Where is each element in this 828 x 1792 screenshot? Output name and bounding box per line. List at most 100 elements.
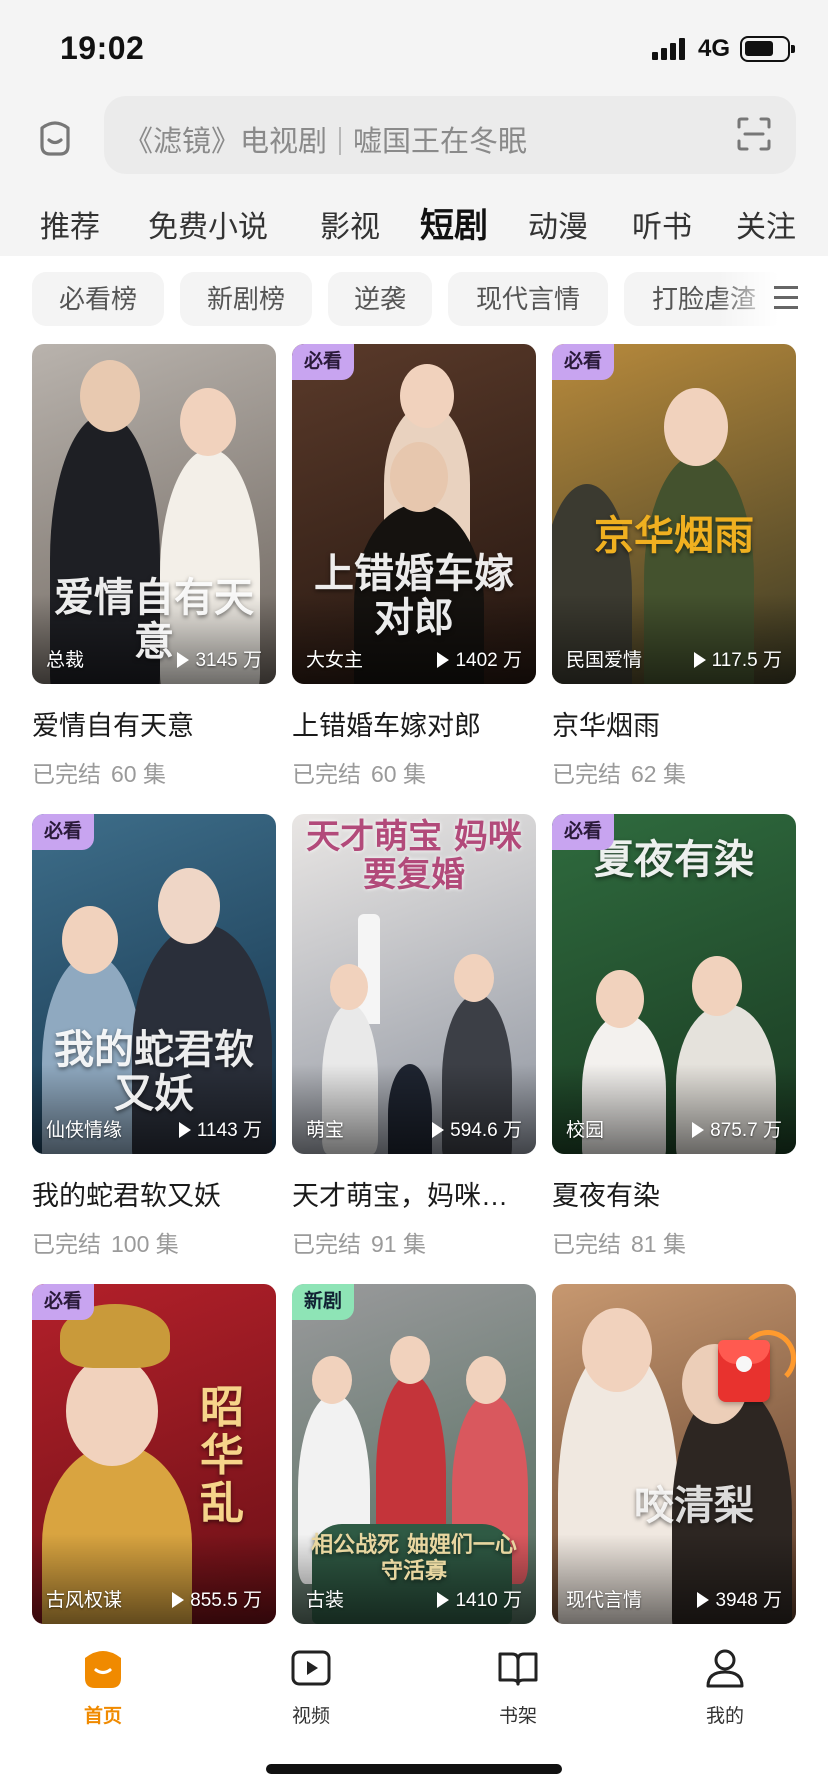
genre-tag: 大女主 (306, 650, 364, 671)
card-title[interactable]: 上错婚车嫁对郎 (292, 704, 536, 743)
card-meta: 已完结 60 集 (32, 761, 166, 787)
genre-tag: 萌宝 (306, 1120, 345, 1141)
view-count: 855.5 万 (172, 1585, 262, 1612)
search-divider (339, 127, 342, 155)
play-icon (697, 1592, 710, 1608)
red-packet-icon[interactable] (718, 1340, 770, 1402)
view-count: 1143 万 (178, 1115, 262, 1142)
genre-tag: 古风权谋 (46, 1590, 123, 1611)
drama-card[interactable]: 相公战死 妯娌们一心守活寡 新剧 古装 1410 万 (292, 1284, 536, 1624)
chip-new-dramas[interactable]: 新剧榜 (180, 272, 312, 326)
genre-tag: 仙侠情缘 (46, 1120, 123, 1141)
chip-must-watch[interactable]: 必看榜 (32, 272, 164, 326)
card-meta: 已完结 91 集 (292, 1231, 426, 1257)
card-title[interactable]: 爱情自有天意 (32, 704, 276, 743)
status-bar: 19:02 4G (0, 0, 828, 96)
poster[interactable]: 上错婚车嫁对郎 必看 大女主 1402 万 (292, 344, 536, 684)
card-meta: 已完结 100 集 (32, 1231, 179, 1257)
nav-bookshelf[interactable]: 书架 (458, 1646, 578, 1728)
card-meta: 已完结 81 集 (552, 1231, 686, 1257)
poster-title-art: 我的蛇君软又妖 (54, 1026, 254, 1117)
drama-card[interactable]: 京华烟雨 必看 民国爱情 117.5 万 京华烟雨 已完结 62 集 (552, 344, 796, 789)
poster[interactable]: 京华烟雨 必看 民国爱情 117.5 万 (552, 344, 796, 684)
genre-tag: 古装 (306, 1590, 345, 1611)
tab-film-tv[interactable]: 影视 (320, 202, 380, 246)
drama-card[interactable]: 爱情自有天意 总裁 3145 万 爱情自有天意 已完结 60 集 (32, 344, 276, 789)
nav-label: 我的 (705, 1706, 744, 1727)
play-icon (178, 1122, 191, 1138)
play-icon (437, 1592, 450, 1608)
badge-must-watch: 必看 (32, 814, 95, 850)
profile-icon (706, 1649, 744, 1688)
search-bar[interactable]: 《滤镜》电视剧 嘘国王在冬眠 (104, 96, 796, 174)
tab-free-novels[interactable]: 免费小说 (148, 202, 268, 246)
nav-label: 首页 (83, 1706, 122, 1727)
play-icon (177, 652, 190, 668)
tab-recommend[interactable]: 推荐 (40, 202, 100, 246)
app-logo-icon[interactable] (34, 116, 76, 158)
tab-following[interactable]: 关注 (736, 202, 796, 246)
badge-must-watch: 必看 (32, 1284, 95, 1320)
poster-title-art: 相公战死 妯娌们一心守活寡 (311, 1532, 517, 1584)
poster[interactable]: 天才萌宝 妈咪要复婚 萌宝 594.6 万 (292, 814, 536, 1154)
scan-icon[interactable] (736, 116, 772, 152)
drama-card[interactable]: 昭华乱 必看 古风权谋 855.5 万 (32, 1284, 276, 1624)
card-meta: 已完结 60 集 (292, 761, 426, 787)
chip-comeback[interactable]: 逆袭 (328, 272, 432, 326)
tab-audiobooks[interactable]: 听书 (632, 202, 692, 246)
poster-title-art: 天才萌宝 妈咪要复婚 (306, 817, 522, 895)
badge-new: 新剧 (292, 1284, 355, 1320)
nav-home[interactable]: 首页 (43, 1646, 163, 1728)
view-count: 3948 万 (697, 1585, 782, 1612)
view-count: 875.7 万 (692, 1115, 782, 1142)
badge-must-watch: 必看 (552, 344, 615, 380)
drama-card[interactable]: 上错婚车嫁对郎 必看 大女主 1402 万 上错婚车嫁对郎 已完结 60 集 (292, 344, 536, 789)
menu-icon[interactable] (774, 286, 798, 310)
poster[interactable]: 相公战死 妯娌们一心守活寡 新剧 古装 1410 万 (292, 1284, 536, 1624)
card-title[interactable]: 我的蛇君软又妖 (32, 1174, 276, 1213)
view-count: 3145 万 (177, 645, 262, 672)
genre-tag: 民国爱情 (566, 650, 643, 671)
nav-label: 视频 (291, 1706, 330, 1727)
chip-modern-romance[interactable]: 现代言情 (448, 272, 608, 326)
poster-title-art: 咬清梨 (634, 1482, 754, 1529)
status-time: 19:02 (60, 30, 145, 66)
video-icon (291, 1650, 331, 1686)
search-placeholder: 《滤镜》电视剧 嘘国王在冬眠 (124, 118, 527, 160)
category-chips: 必看榜 新剧榜 逆袭 现代言情 打脸虐渣 (0, 256, 828, 340)
play-icon (432, 1122, 445, 1138)
view-count: 1402 万 (437, 645, 522, 672)
bookshelf-icon (498, 1652, 538, 1686)
poster-title-art: 昭华乱 (200, 1382, 244, 1529)
badge-must-watch: 必看 (552, 814, 615, 850)
poster[interactable]: 夏夜有染 必看 校园 875.7 万 (552, 814, 796, 1154)
drama-card[interactable]: 夏夜有染 必看 校园 875.7 万 夏夜有染 已完结 81 集 (552, 814, 796, 1259)
signal-icon (652, 38, 686, 60)
poster[interactable]: 我的蛇君软又妖 必看 仙侠情缘 1143 万 (32, 814, 276, 1154)
drama-card[interactable]: 我的蛇君软又妖 必看 仙侠情缘 1143 万 我的蛇君软又妖 已完结 100 集 (32, 814, 276, 1259)
nav-profile[interactable]: 我的 (665, 1646, 785, 1728)
play-icon (172, 1592, 185, 1608)
header: 《滤镜》电视剧 嘘国王在冬眠 推荐 免费小说 影视 短剧 动漫 听书 关注 (0, 96, 828, 256)
nav-video[interactable]: 视频 (251, 1646, 371, 1728)
main-tabs: 推荐 免费小说 影视 短剧 动漫 听书 关注 (0, 196, 828, 252)
card-title[interactable]: 京华烟雨 (552, 704, 796, 743)
nav-label: 书架 (498, 1706, 537, 1727)
poster[interactable]: 爱情自有天意 总裁 3145 万 (32, 344, 276, 684)
play-icon (693, 652, 706, 668)
tab-short-drama[interactable]: 短剧 (420, 198, 488, 247)
play-icon (692, 1122, 705, 1138)
drama-card[interactable]: 天才萌宝 妈咪要复婚 萌宝 594.6 万 天才萌宝，妈咪… 已完结 91 集 (292, 814, 536, 1259)
network-label: 4G (698, 35, 731, 62)
search-hint-right: 嘘国王在冬眠 (353, 126, 528, 158)
home-indicator (266, 1764, 562, 1774)
poster-title-art: 上错婚车嫁对郎 (314, 550, 514, 641)
poster[interactable]: 昭华乱 必看 古风权谋 855.5 万 (32, 1284, 276, 1624)
chips-fade (718, 256, 828, 340)
card-title[interactable]: 天才萌宝，妈咪… (292, 1174, 536, 1213)
battery-icon (740, 36, 795, 62)
view-count: 1410 万 (437, 1585, 522, 1612)
card-title[interactable]: 夏夜有染 (552, 1174, 796, 1213)
genre-tag: 现代言情 (566, 1590, 643, 1611)
tab-anime[interactable]: 动漫 (528, 202, 588, 246)
